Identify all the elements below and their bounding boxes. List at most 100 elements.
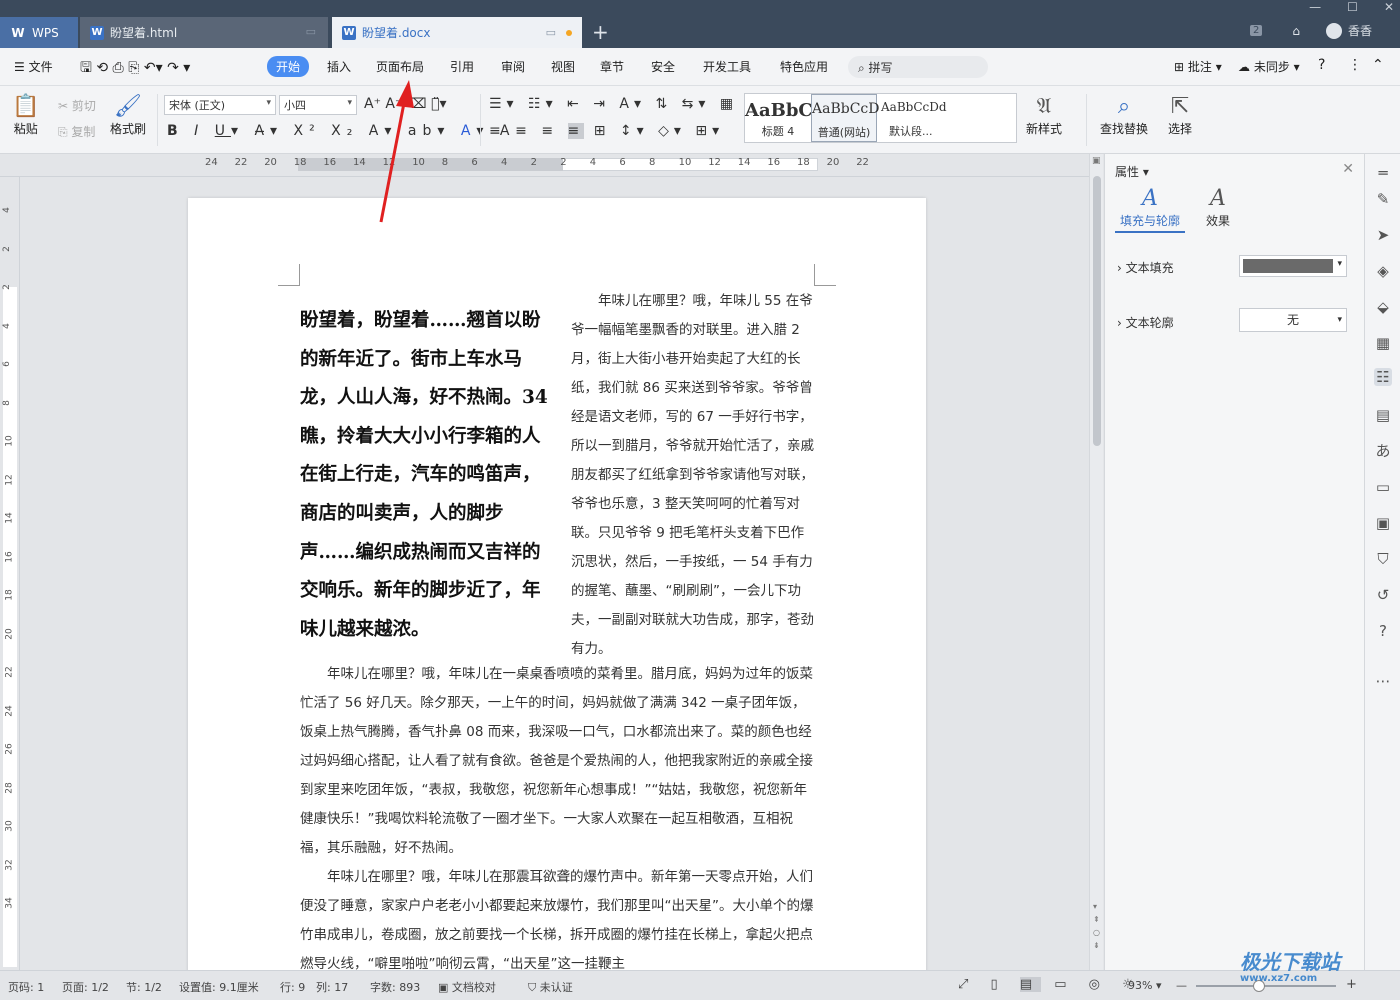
picture-icon[interactable]: ▣	[1374, 514, 1392, 532]
pointer-icon[interactable]: ➤	[1374, 226, 1392, 244]
image-icon[interactable]: ▤	[1374, 406, 1392, 424]
quick-access-icons[interactable]: 🖫 ⟲ ⎙ ⎘ ↶▾ ↷ ▾	[80, 57, 190, 81]
text-fill-select[interactable]: ▾	[1239, 255, 1347, 277]
menu-item-insert[interactable]: 插入	[327, 58, 351, 75]
menu-item-developer[interactable]: 开发工具	[703, 58, 751, 75]
tab-wps-home[interactable]: W WPS	[0, 17, 78, 48]
help-icon[interactable]: ?	[1318, 57, 1325, 73]
style-gallery[interactable]: AaBbC 标题 4 AaBbCcD 普通(网站) AaBbCcDd 默认段...	[744, 93, 1017, 143]
zoom-out-icon[interactable]: —	[1176, 979, 1187, 992]
menu-item-start[interactable]: 开始	[267, 56, 310, 77]
auth-status[interactable]: ⛉ 未认证	[528, 979, 573, 995]
scroll-up-icon[interactable]: ▣	[1092, 156, 1101, 166]
shield-icon[interactable]: ⛉	[1374, 550, 1392, 568]
list-indent-icons[interactable]: ☰▾ ☷▾ ⇤ ⇥ A▾ ⇅ ⇆▾ ▦	[489, 96, 738, 112]
text-format-icons[interactable]: B I U▾ A̶▾ X² X₂ A▾ ab▾ A▾ A	[167, 123, 515, 139]
status-column[interactable]: 列: 17	[316, 979, 348, 995]
style-default-paragraph[interactable]: AaBbCcDd 默认段...	[877, 94, 997, 142]
font-size-select[interactable]: 小四	[279, 95, 357, 115]
fill-bucket-icon[interactable]: ⬙	[1374, 298, 1392, 316]
horizontal-ruler[interactable]: 24 22 20 18 16 14 12 10 8 6 4 2 2 4 6 8 10 12 14 16 18 20 22	[0, 154, 1090, 177]
text-fill-row[interactable]: › 文本填充	[1117, 259, 1174, 276]
find-replace-button[interactable]: ⌕ 查找替换	[1100, 94, 1148, 137]
command-search[interactable]: ⌕ 拼写	[848, 56, 988, 78]
zoom-select[interactable]: 93% ▾	[1128, 979, 1161, 992]
proofread-button[interactable]: ▣ 文档校对	[438, 979, 496, 995]
tab-html-document[interactable]: W 盼望着.html ▭	[80, 17, 328, 48]
select-button[interactable]: ⇱ 选择	[1168, 94, 1192, 137]
more-vertical-icon[interactable]: ⋮	[1348, 57, 1362, 73]
cut-button[interactable]: ✂ 剪切	[58, 97, 96, 114]
vertical-scrollbar[interactable]: ▣ ▾ ⇞ ○ ⇟	[1089, 154, 1103, 970]
body-paragraph-3[interactable]: 年味儿在哪里？哦，年味儿在那震耳欲聋的爆竹声中。新年第一天零点开始，人们便没了睡…	[300, 863, 817, 970]
tab-docx-document[interactable]: W 盼望着.docx ▭	[332, 17, 582, 48]
skin-icon[interactable]: ⌂	[1292, 24, 1300, 38]
paste-button[interactable]: 📋 粘贴	[12, 94, 39, 137]
file-menu[interactable]: ☰ 文件	[14, 58, 53, 75]
format-painter-button[interactable]: 🖌 格式刷	[110, 94, 146, 137]
comment-button[interactable]: ⊞ 批注 ▾	[1174, 58, 1222, 75]
new-style-button[interactable]: 𝔄 新样式	[1026, 94, 1062, 137]
zoom-in-icon[interactable]: +	[1346, 977, 1357, 992]
vertical-ruler[interactable]: 4 2 2 4 6 8 10 12 14 16 18 20 22 24 26 28 30 32 34	[0, 177, 20, 970]
bold-intro-paragraph[interactable]: 盼望着，盼望着……翘首以盼的新年近了。街市上车水马龙，人山人海，好不热闹。34 …	[300, 302, 550, 649]
text-outline-select[interactable]: 无 ▾	[1239, 308, 1347, 332]
panel-title[interactable]: 属性 ▾	[1115, 163, 1149, 180]
translate-icon[interactable]: あ	[1374, 442, 1392, 460]
page-nav-icons[interactable]: ▾ ⇞ ○ ⇟	[1093, 900, 1100, 952]
close-icon[interactable]: ✕	[1384, 0, 1394, 14]
more-icon[interactable]: ⋯	[1374, 672, 1392, 690]
shapes-icon[interactable]: ◈	[1374, 262, 1392, 280]
menu-item-special[interactable]: 特色应用	[780, 58, 828, 75]
help-circle-icon[interactable]: ?	[1374, 622, 1392, 640]
status-page-code[interactable]: 页码: 1	[8, 979, 44, 995]
scroll-thumb[interactable]	[1093, 176, 1101, 446]
monitor-icon[interactable]: ▭	[306, 25, 316, 38]
style-normal-web[interactable]: AaBbCcD 普通(网站)	[811, 94, 879, 142]
history-icon[interactable]: ↺	[1374, 586, 1392, 604]
brush-icon: 🖌	[114, 94, 142, 119]
style-heading4[interactable]: AaBbC 标题 4	[745, 94, 813, 142]
menu-item-view[interactable]: 视图	[551, 58, 575, 75]
pen-icon[interactable]: ✎	[1374, 190, 1392, 208]
alignment-icons[interactable]: ≡ ≡ ≡ ≡ ⊞ ↕▾ ◇▾ ⊞▾	[489, 123, 724, 139]
menu-item-chapter[interactable]: 章节	[600, 58, 624, 75]
collapse-ribbon-icon[interactable]: ⌃	[1372, 57, 1384, 73]
command-search-label: 拼写	[868, 61, 893, 75]
document-page[interactable]: 盼望着，盼望着……翘首以盼的新年近了。街市上车水马龙，人山人海，好不热闹。34 …	[188, 198, 926, 970]
document-canvas[interactable]: 盼望着，盼望着……翘首以盼的新年近了。街市上车水马龙，人山人海，好不热闹。34 …	[20, 177, 1088, 970]
body-paragraph-2[interactable]: 年味儿在哪里？哦，年味儿在一桌桌香喷喷的菜肴里。腊月底，妈妈为过年的饭菜忙活了 …	[300, 660, 817, 863]
style-label: 标题 4	[761, 125, 795, 138]
font-family-select[interactable]: 宋体 (正文)	[164, 95, 276, 115]
copy-button[interactable]: ⎘ 复制	[58, 123, 95, 140]
tab-effect[interactable]: A 效果	[1183, 186, 1253, 229]
status-row[interactable]: 行: 9	[280, 979, 305, 995]
menu-item-security[interactable]: 安全	[651, 58, 675, 75]
menu-item-references[interactable]: 引用	[450, 58, 474, 75]
avatar[interactable]	[1326, 22, 1342, 39]
archive-icon[interactable]: ▭	[1374, 478, 1392, 496]
sync-button[interactable]: ☁ 未同步 ▾	[1238, 58, 1300, 75]
properties-icon[interactable]: ☷	[1374, 368, 1392, 386]
monitor-icon[interactable]: ▭	[546, 26, 572, 39]
right-column-paragraph[interactable]: 年味儿在哪里？哦，年味儿 55 在爷爷一幅幅笔墨飘香的对联里。进入腊 2 月，街…	[571, 287, 817, 664]
font-grow-icons[interactable]: A⁺ A⁻ ⌫ 文̈▾	[364, 96, 447, 112]
status-setting[interactable]: 设置值: 9.1厘米	[179, 979, 259, 995]
status-section[interactable]: 节: 1/2	[126, 979, 162, 995]
menu-item-review[interactable]: 审阅	[501, 58, 525, 75]
zoom-slider[interactable]	[1196, 985, 1336, 987]
menu-item-page-layout[interactable]: 页面布局	[376, 58, 424, 75]
tab-fill-outline[interactable]: A 填充与轮廓	[1115, 186, 1185, 233]
status-page[interactable]: 页面: 1/2	[62, 979, 109, 995]
close-icon[interactable]: ✕	[1342, 161, 1354, 177]
view-mode-icons[interactable]: ⤢ ▯ ▤ ▭ ◎ ☼	[958, 977, 1143, 992]
new-tab-plus-icon[interactable]: +	[592, 20, 609, 44]
window-count-badge[interactable]: 2	[1250, 25, 1263, 36]
collapse-icon[interactable]: ═	[1374, 164, 1392, 182]
table-icon[interactable]: ▦	[1374, 334, 1392, 352]
ruler-number: 22	[234, 157, 248, 168]
maximize-icon[interactable]: ☐	[1347, 0, 1358, 14]
minimize-icon[interactable]: —	[1309, 0, 1321, 14]
status-word-count[interactable]: 字数: 893	[370, 979, 420, 995]
text-outline-row[interactable]: › 文本轮廓	[1117, 314, 1174, 331]
